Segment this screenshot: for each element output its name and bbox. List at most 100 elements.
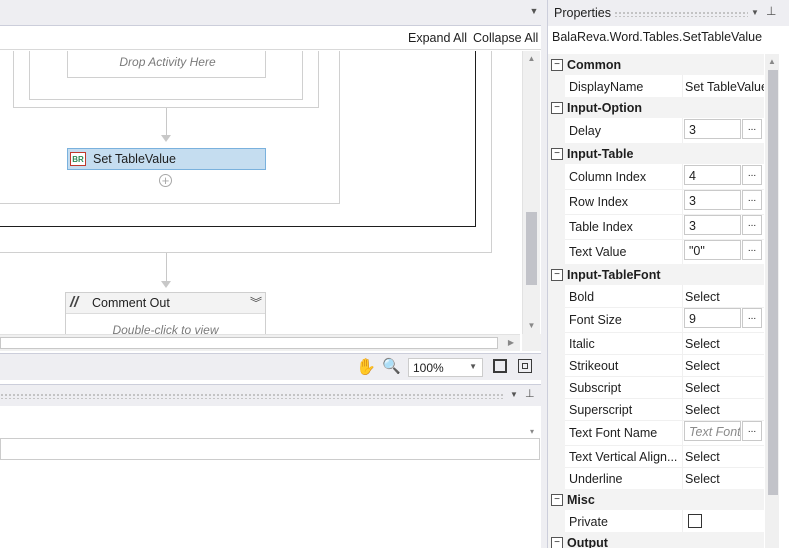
panel-dropdown-icon[interactable]: ▼: [751, 8, 759, 17]
property-name: Table Index: [569, 220, 633, 234]
row-gutter: [548, 510, 565, 532]
column-separator: [682, 420, 683, 445]
panel-dropdown-icon[interactable]: ▼: [510, 390, 518, 399]
add-activity-plus-icon[interactable]: +: [159, 174, 172, 187]
property-value[interactable]: Select: [685, 403, 720, 417]
collapse-toggle-icon[interactable]: −: [551, 102, 563, 114]
tab-dropdown-icon[interactable]: ▼: [528, 6, 540, 18]
reset-zoom-icon[interactable]: [518, 359, 532, 373]
collapse-toggle-icon[interactable]: −: [551, 59, 563, 71]
drop-zone[interactable]: Drop Activity Here: [67, 51, 266, 78]
properties-header: Properties ▼ ⊥: [548, 0, 789, 26]
pin-icon[interactable]: ⊥: [766, 4, 776, 18]
scroll-down-icon[interactable]: ▼: [525, 321, 538, 330]
property-value-input[interactable]: 3: [684, 215, 741, 235]
properties-title: Properties: [554, 6, 611, 20]
column-separator: [682, 75, 683, 97]
category-common[interactable]: − Common: [548, 54, 764, 75]
zoom-level-select[interactable]: 100% ▼: [408, 358, 483, 377]
activity-label: Set TableValue: [93, 152, 176, 166]
row-gutter: [548, 376, 565, 398]
scroll-corner: [522, 334, 541, 351]
property-value[interactable]: Select: [685, 450, 720, 464]
property-row-delay: Delay 3...: [548, 118, 764, 144]
lower-panel-header: ▼ ⊥: [0, 384, 541, 406]
property-value-input[interactable]: 9: [684, 308, 741, 328]
collapse-toggle-icon[interactable]: −: [551, 269, 563, 281]
canvas-horizontal-scrollbar[interactable]: ▶: [0, 334, 520, 351]
row-gutter: [548, 239, 565, 264]
private-checkbox[interactable]: [688, 514, 702, 528]
category-output[interactable]: − Output: [548, 532, 764, 548]
activity-set-tablevalue[interactable]: BR Set TableValue: [67, 148, 266, 170]
comment-label: Comment Out: [92, 296, 170, 310]
property-value-input[interactable]: "0": [684, 240, 741, 260]
properties-panel: Properties ▼ ⊥ BalaReva.Word.Tables.SetT…: [547, 0, 789, 548]
ellipsis-button[interactable]: ...: [742, 165, 762, 185]
column-separator: [682, 239, 683, 264]
category-label: Misc: [567, 493, 595, 507]
category-input-table[interactable]: − Input-Table: [548, 143, 764, 164]
category-misc[interactable]: − Misc: [548, 489, 764, 510]
canvas-vertical-scrollbar[interactable]: ▲ ▼: [522, 51, 540, 334]
ellipsis-button[interactable]: ...: [742, 119, 762, 139]
property-value[interactable]: Select: [685, 359, 720, 373]
category-label: Input-TableFont: [567, 268, 661, 282]
panel-grip[interactable]: [614, 11, 748, 17]
pin-icon[interactable]: ⊥: [525, 387, 535, 400]
property-value-input[interactable]: Text Font: [684, 421, 741, 441]
ellipsis-button[interactable]: ...: [742, 308, 762, 328]
zoom-magnifier-icon[interactable]: 🔍: [382, 357, 401, 375]
scroll-up-icon[interactable]: ▲: [525, 54, 538, 63]
category-input-tablefont[interactable]: − Input-TableFont: [548, 264, 764, 285]
pan-hand-icon[interactable]: ✋: [356, 357, 376, 377]
category-label: Common: [567, 58, 622, 72]
scrollbar-thumb[interactable]: [768, 70, 778, 495]
column-separator: [682, 189, 683, 214]
ellipsis-button[interactable]: ...: [742, 240, 762, 260]
property-value[interactable]: Select: [685, 337, 720, 351]
panel-grip[interactable]: [0, 393, 505, 399]
property-row-italic: Italic Select: [548, 332, 764, 355]
property-name: Text Vertical Align...: [569, 450, 677, 464]
row-gutter: [548, 75, 565, 97]
row-gutter: [548, 189, 565, 214]
column-separator: [682, 118, 683, 143]
property-value[interactable]: Select: [685, 290, 720, 304]
scroll-up-icon[interactable]: ▲: [766, 57, 778, 66]
scroll-right-icon[interactable]: ▶: [505, 338, 517, 347]
column-separator: [682, 214, 683, 239]
filter-dropdown-icon[interactable]: ▾: [530, 427, 534, 436]
row-gutter: [548, 398, 565, 420]
comment-hint: Double-click to view: [112, 323, 219, 334]
collapse-toggle-icon[interactable]: −: [551, 148, 563, 160]
collapse-toggle-icon[interactable]: −: [551, 494, 563, 506]
row-gutter: [548, 307, 565, 332]
column-separator: [682, 164, 683, 189]
column-separator: [682, 332, 683, 354]
property-value-input[interactable]: 3: [684, 119, 741, 139]
category-input-option[interactable]: − Input-Option: [548, 97, 764, 118]
ellipsis-button[interactable]: ...: [742, 215, 762, 235]
fit-to-screen-icon[interactable]: [493, 359, 507, 373]
property-value[interactable]: Select: [685, 381, 720, 395]
row-gutter: [548, 214, 565, 239]
property-value[interactable]: Set TableValue: [685, 80, 764, 94]
ellipsis-button[interactable]: ...: [742, 190, 762, 210]
property-row-strikeout: Strikeout Select: [548, 354, 764, 377]
expand-all-link[interactable]: Expand All: [408, 31, 467, 45]
ellipsis-button[interactable]: ...: [742, 421, 762, 441]
scrollbar-thumb[interactable]: [0, 337, 498, 349]
collapse-toggle-icon[interactable]: −: [551, 537, 563, 548]
property-value[interactable]: Select: [685, 472, 720, 486]
property-value-input[interactable]: 4: [684, 165, 741, 185]
property-value-input[interactable]: 3: [684, 190, 741, 210]
collapse-all-link[interactable]: Collapse All: [473, 31, 538, 45]
lower-panel-input[interactable]: [0, 438, 540, 460]
collapse-chevron-icon[interactable]: ︾: [250, 294, 262, 311]
column-separator: [682, 354, 683, 376]
scrollbar-thumb[interactable]: [526, 212, 537, 285]
chevron-down-icon: ▼: [469, 362, 477, 371]
workflow-canvas[interactable]: Drop Activity Here BR Set TableValue + /…: [0, 51, 520, 334]
activity-comment-out[interactable]: // Comment Out ︾ Double-click to view: [65, 292, 266, 334]
